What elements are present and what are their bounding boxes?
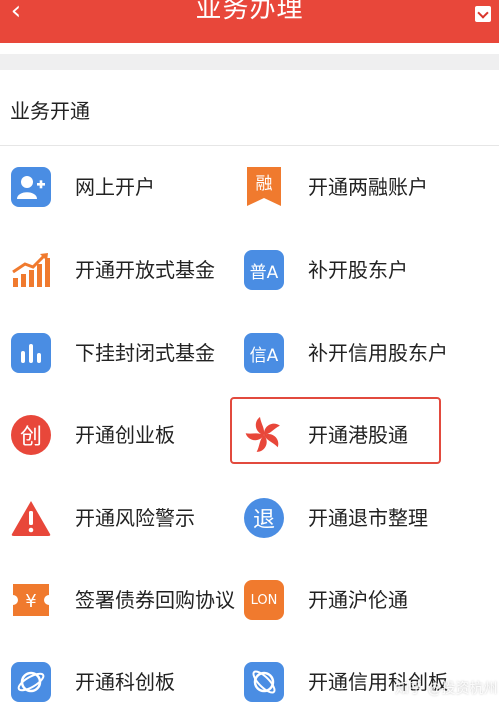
chuang-icon: 创 [10,414,52,456]
service-label: 下挂封闭式基金 [75,341,215,365]
service-closed-fund[interactable]: 下挂封闭式基金 [10,318,225,388]
growth-chart-icon [10,249,52,291]
app-header: ‹ 业务办理 [0,0,499,43]
svg-text:¥: ¥ [25,591,36,612]
bar-chart-icon [10,332,52,374]
divider [0,145,499,146]
service-hk-connect[interactable]: 开通港股通 [243,400,433,470]
service-label: 开通港股通 [308,423,408,447]
service-label: 签署债券回购协议 [75,588,235,612]
svg-text:融: 融 [256,174,273,194]
section-title: 业务开通 [10,99,90,123]
service-margin-account[interactable]: 融 开通两融账户 [243,152,458,222]
page-title: 业务办理 [195,0,304,24]
yen-ticket-icon: ¥ [10,579,52,621]
tui-icon: 退 [243,497,285,539]
service-label: 网上开户 [75,175,155,199]
add-user-icon [10,166,52,208]
dropdown-menu-icon[interactable] [475,6,491,22]
service-chinext[interactable]: 创 开通创业板 [10,400,225,470]
service-open-account[interactable]: 网上开户 [10,152,225,222]
service-label: 开通两融账户 [308,175,428,199]
service-label: 开通退市整理 [308,506,428,530]
service-label: 开通开放式基金 [75,258,215,282]
planet-ring-icon [243,661,285,703]
lon-icon: LON [243,579,285,621]
service-star-market[interactable]: 开通科创板 [10,647,225,708]
service-shanghai-london[interactable]: LON 开通沪伦通 [243,565,458,635]
service-label: 开通创业板 [75,423,175,447]
service-risk-warning[interactable]: 开通风险警示 [10,483,225,553]
service-credit-shareholder[interactable]: 信A 补开信用股东户 [243,318,458,388]
service-delisting[interactable]: 退 开通退市整理 [243,483,458,553]
service-label: 补开股东户 [308,258,408,282]
service-label: 开通风险警示 [75,506,195,530]
pu-a-icon: 普A [243,249,285,291]
rong-bookmark-icon: 融 [243,166,285,208]
watermark-text: 知乎 @投资杭州 [395,681,498,697]
planet-icon [10,661,52,703]
bauhinia-flower-icon [243,414,285,456]
service-label: 开通沪伦通 [308,588,408,612]
xin-a-icon: 信A [243,332,285,374]
service-shareholder-account[interactable]: 普A 补开股东户 [243,235,458,305]
service-label: 开通科创板 [75,670,175,694]
section-separator [0,54,499,70]
service-label: 补开信用股东户 [308,341,448,365]
warning-icon [10,497,52,539]
service-open-fund[interactable]: 开通开放式基金 [10,235,225,305]
service-bond-repo[interactable]: ¥ 签署债券回购协议 [10,565,242,635]
